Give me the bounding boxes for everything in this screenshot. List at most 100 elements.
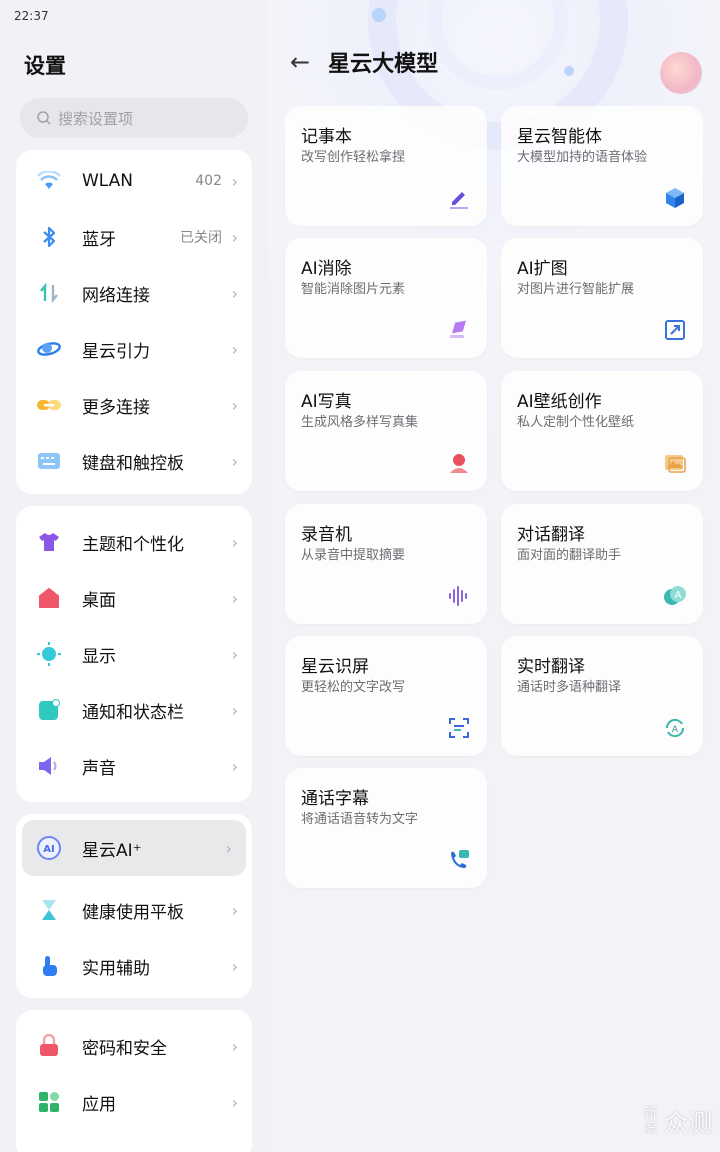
sidebar-item-label: 键盘和触控板: [82, 453, 184, 474]
feature-card-dialog-translate[interactable]: 对话翻译 面对面的翻译助手 A: [501, 504, 703, 624]
card-title: AI扩图: [517, 259, 568, 279]
back-arrow-icon[interactable]: ←: [290, 48, 310, 76]
chevron-right-icon: ›: [231, 756, 238, 776]
home-icon: [36, 585, 62, 611]
sidebar-item-label: 应用: [82, 1094, 116, 1115]
chevron-right-icon: ›: [225, 838, 232, 858]
sidebar-item-display[interactable]: 显示 ›: [16, 626, 252, 682]
background-orb: [564, 66, 574, 76]
chevron-right-icon: ›: [231, 339, 238, 359]
feature-card-ai-portrait[interactable]: AI写真 生成风格多样写真集: [285, 371, 487, 491]
sidebar-item-keyboard[interactable]: 键盘和触控板 ›: [16, 433, 252, 489]
sidebar-item-password-security[interactable]: 密码和安全 ›: [16, 1018, 252, 1074]
background-orb: [372, 8, 386, 22]
feature-card-recorder[interactable]: 录音机 从录音中提取摘要: [285, 504, 487, 624]
sidebar-item-notifications[interactable]: 通知和状态栏 ›: [16, 682, 252, 738]
chevron-right-icon: ›: [231, 451, 238, 471]
ai-icon: AI: [36, 835, 62, 861]
notification-icon: [36, 697, 62, 723]
feature-card-nebula-agent[interactable]: 星云智能体 大模型加持的语音体验: [501, 106, 703, 226]
settings-group-personalization: 主题和个性化 › 桌面 › 显示 › 通知和状态栏 › 声音 ›: [16, 506, 252, 802]
sidebar-item-label: 蓝牙: [82, 229, 116, 250]
background-orb: [660, 52, 702, 94]
sidebar-item-sound[interactable]: 声音 ›: [16, 738, 252, 794]
sidebar-item-more-connections[interactable]: 更多连接 ›: [16, 377, 252, 433]
sidebar-item-theme[interactable]: 主题和个性化 ›: [16, 514, 252, 570]
svg-text:AI: AI: [43, 844, 54, 855]
sidebar-item-accessibility[interactable]: 实用辅助 ›: [16, 938, 252, 994]
card-subtitle: 通话时多语种翻译: [517, 680, 622, 695]
sidebar-item-label: 星云AI⁺: [82, 840, 142, 861]
bluetooth-icon: [36, 224, 62, 250]
settings-group-connectivity: WLAN 402 › 蓝牙 已关闭 › 网络连接 › 星云引力 › 更多连接 ›…: [16, 150, 252, 494]
expand-image-icon: [665, 320, 685, 340]
network-icon: [36, 280, 62, 306]
cube-icon: [666, 188, 684, 208]
nebula-model-panel: ← 星云大模型 记事本 改写创作轻松拿捏 星云智能体 大模型加持的语音体验 AI…: [268, 0, 720, 1152]
chevron-right-icon: ›: [231, 395, 238, 415]
sun-icon: [36, 641, 62, 667]
feature-card-screen-recognition[interactable]: 星云识屏 更轻松的文字改写: [285, 636, 487, 756]
sidebar-item-label: 健康使用平板: [82, 902, 184, 923]
card-title: AI壁纸创作: [517, 392, 602, 412]
sidebar-item-label: 密码和安全: [82, 1038, 167, 1059]
card-subtitle: 将通话语音转为文字: [301, 812, 419, 827]
feature-card-ai-expand[interactable]: AI扩图 对图片进行智能扩展: [501, 238, 703, 358]
chevron-right-icon: ›: [231, 171, 238, 191]
hourglass-icon: [36, 897, 62, 923]
card-subtitle: 更轻松的文字改写: [301, 680, 406, 695]
sidebar-item-nebula-ai[interactable]: AI 星云AI⁺ ›: [22, 820, 246, 876]
svg-text:A: A: [675, 590, 682, 601]
sidebar-item-desktop[interactable]: 桌面 ›: [16, 570, 252, 626]
feature-card-notepad[interactable]: 记事本 改写创作轻松拿捏: [285, 106, 487, 226]
card-subtitle: 智能消除图片元素: [301, 282, 406, 297]
chevron-right-icon: ›: [231, 1036, 238, 1056]
chevron-right-icon: ›: [231, 588, 238, 608]
feature-card-call-captions[interactable]: 通话字幕 将通话语音转为文字: [285, 768, 487, 888]
card-subtitle: 面对面的翻译助手: [517, 548, 622, 563]
feature-card-ai-wallpaper[interactable]: AI壁纸创作 私人定制个性化壁纸: [501, 371, 703, 491]
chevron-right-icon: ›: [231, 956, 238, 976]
card-subtitle: 私人定制个性化壁纸: [517, 415, 635, 430]
page-title: 星云大模型: [328, 52, 439, 77]
search-placeholder: 搜索设置项: [58, 109, 134, 128]
card-subtitle: 改写创作轻松拿捏: [301, 150, 406, 165]
watermark: 新浪 众测: [644, 1103, 712, 1138]
sidebar-item-label: 桌面: [82, 590, 116, 611]
sidebar-item-nebula-gravity[interactable]: 星云引力 ›: [16, 321, 252, 377]
chevron-right-icon: ›: [231, 227, 238, 247]
sidebar-item-label: 网络连接: [82, 285, 150, 306]
sidebar-item-apps[interactable]: 应用 ›: [16, 1074, 252, 1130]
eraser-icon: [450, 320, 467, 338]
search-input[interactable]: 搜索设置项: [20, 98, 248, 138]
sidebar-item-bluetooth[interactable]: 蓝牙 已关闭 ›: [16, 209, 252, 265]
dialog-translate-icon: A: [664, 586, 686, 605]
page-header: ← 星云大模型: [290, 46, 438, 78]
sidebar-item-label: 声音: [82, 758, 116, 779]
apps-icon: [36, 1089, 62, 1115]
sidebar-item-label: 实用辅助: [82, 958, 150, 979]
sidebar-item-healthy-usage[interactable]: 健康使用平板 ›: [16, 882, 252, 938]
watermark-small: 新浪: [644, 1105, 658, 1136]
card-title: 录音机: [301, 525, 352, 545]
sidebar-item-label: 星云引力: [82, 341, 150, 362]
sidebar-item-wlan[interactable]: WLAN 402 ›: [16, 153, 252, 209]
realtime-translate-icon: A: [665, 718, 685, 738]
card-title: 对话翻译: [517, 525, 585, 545]
card-subtitle: 生成风格多样写真集: [301, 415, 419, 430]
speaker-icon: [36, 753, 62, 779]
card-subtitle: 从录音中提取摘要: [301, 548, 406, 563]
wallpaper-icon: [665, 455, 686, 473]
scan-text-icon: [449, 718, 469, 738]
call-caption-icon: [451, 850, 469, 868]
feature-card-realtime-translate[interactable]: 实时翻译 通话时多语种翻译 A: [501, 636, 703, 756]
settings-sidebar: 设置 搜索设置项 WLAN 402 › 蓝牙 已关闭 › 网络连接 › 星云引力…: [0, 0, 268, 1152]
wifi-icon: [36, 168, 62, 194]
card-title: 星云智能体: [517, 127, 602, 147]
sidebar-item-network[interactable]: 网络连接 ›: [16, 265, 252, 321]
feature-card-ai-erase[interactable]: AI消除 智能消除图片元素: [285, 238, 487, 358]
sidebar-item-value: 402: [195, 173, 222, 189]
sidebar-item-label: 更多连接: [82, 397, 150, 418]
waveform-icon: [449, 586, 467, 606]
svg-text:A: A: [672, 725, 679, 735]
